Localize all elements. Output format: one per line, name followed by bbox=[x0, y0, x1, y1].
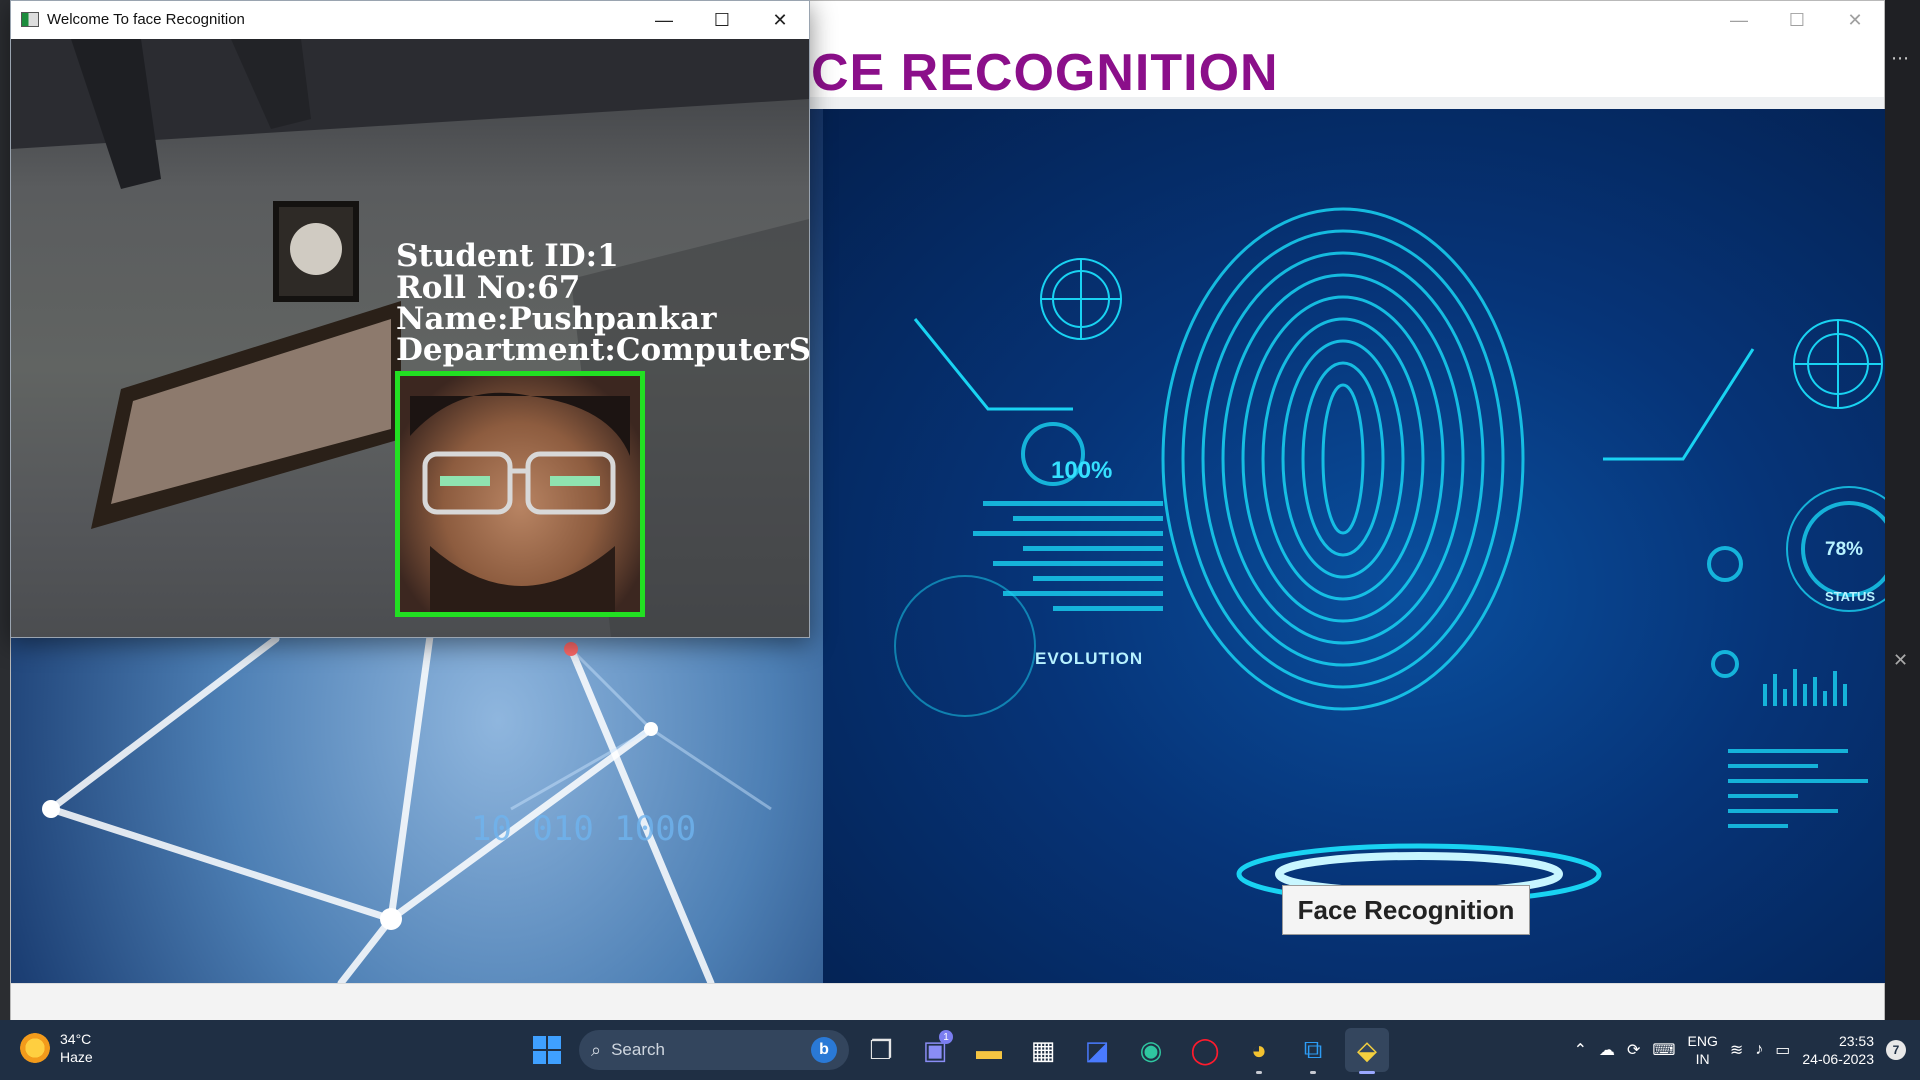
overlay-student-id: Student ID:1 bbox=[396, 238, 619, 274]
chevron-up-icon[interactable]: ⌃ bbox=[1574, 1040, 1587, 1060]
clock-date: 24-06-2023 bbox=[1802, 1051, 1874, 1067]
minimize-button[interactable]: — bbox=[635, 1, 693, 39]
battery-icon[interactable]: ▭ bbox=[1775, 1040, 1790, 1060]
bing-icon[interactable]: b bbox=[811, 1037, 837, 1063]
app-icon bbox=[21, 12, 39, 27]
editor-app-button[interactable]: ◪ bbox=[1075, 1028, 1119, 1072]
opera-browser-button[interactable]: ◯ bbox=[1183, 1028, 1227, 1072]
close-icon[interactable]: ✕ bbox=[1893, 650, 1908, 671]
taskbar-search-box[interactable]: ⌕ Search b bbox=[579, 1030, 849, 1070]
camera-feed: Student ID:1 Roll No:67 Name:Pushpankar … bbox=[11, 39, 809, 637]
active-indicator bbox=[1310, 1071, 1316, 1074]
active-indicator bbox=[1256, 1071, 1262, 1074]
store-icon: ▦ bbox=[1030, 1034, 1056, 1065]
face-detection-box bbox=[395, 371, 645, 617]
clock[interactable]: 23:53 24-06-2023 bbox=[1802, 1032, 1874, 1068]
close-button[interactable]: ✕ bbox=[1826, 1, 1884, 39]
python-app-button[interactable]: ⬙ bbox=[1345, 1028, 1389, 1074]
taskbar: 34°C Haze ⌕ Search b ❐ ▣ 1 ▬ ▦ ◪ ◉ ◯ ◕ ⧉… bbox=[0, 1020, 1920, 1080]
task-view-button[interactable]: ❐ bbox=[859, 1028, 903, 1072]
page-title: CE RECOGNITION bbox=[811, 44, 1279, 97]
fingerprint-background-image: 100% EVOLUTION 78% STATUS bbox=[823, 109, 1886, 983]
background-window-edge: ⋯ ✕ bbox=[1885, 0, 1920, 1020]
system-tray: ⌃ ☁ ⟳ ⌨ ENG IN ≋ ♪ ▭ 23:53 24-06-2023 7 bbox=[1574, 1028, 1906, 1072]
overlay-department: Department:ComputerSc bbox=[396, 332, 809, 368]
hud-label-percent-a: 100% bbox=[1051, 457, 1113, 484]
hud-label-evolution: EVOLUTION bbox=[1035, 649, 1144, 668]
weather-text: 34°C Haze bbox=[60, 1030, 93, 1066]
maximize-button[interactable]: ☐ bbox=[1768, 1, 1826, 39]
bottom-strip bbox=[11, 983, 1884, 1020]
lang-bottom: IN bbox=[1695, 1051, 1710, 1067]
editor-icon: ◪ bbox=[1084, 1034, 1110, 1065]
binary-decoration-text: 10 010 1000 bbox=[471, 809, 697, 849]
more-options-icon[interactable]: ⋯ bbox=[1891, 48, 1909, 69]
keyboard-icon[interactable]: ⌨ bbox=[1652, 1040, 1675, 1060]
opera-icon: ◯ bbox=[1190, 1034, 1220, 1065]
task-view-icon: ❐ bbox=[869, 1034, 893, 1065]
face-recognition-button[interactable]: Face Recognition bbox=[1282, 885, 1530, 935]
volume-icon[interactable]: ♪ bbox=[1755, 1041, 1763, 1059]
minimize-button[interactable]: — bbox=[1710, 1, 1768, 39]
start-button[interactable] bbox=[525, 1028, 569, 1072]
chat-badge: 1 bbox=[939, 1030, 953, 1044]
hud-label-percent-b: 78% bbox=[1825, 539, 1864, 560]
chat-app-button[interactable]: ▣ 1 bbox=[913, 1028, 957, 1072]
weather-widget[interactable]: 34°C Haze bbox=[20, 1030, 93, 1066]
active-indicator bbox=[1359, 1071, 1375, 1074]
folder-icon: ▬ bbox=[976, 1034, 1002, 1065]
store-button[interactable]: ▦ bbox=[1021, 1028, 1065, 1072]
overlay-name: Name:Pushpankar bbox=[396, 301, 717, 337]
chrome-icon: ◕ bbox=[1251, 1034, 1267, 1065]
camera-window-title: Welcome To face Recognition bbox=[47, 11, 245, 28]
wifi-icon[interactable]: ≋ bbox=[1730, 1040, 1743, 1060]
cloud-icon[interactable]: ☁ bbox=[1599, 1040, 1615, 1060]
weather-icon bbox=[20, 1033, 50, 1063]
camera-window: Welcome To face Recognition — ☐ ✕ Studen… bbox=[10, 0, 810, 638]
edge-browser-button[interactable]: ◉ bbox=[1129, 1028, 1173, 1072]
python-icon: ⬙ bbox=[1357, 1034, 1377, 1065]
vscode-button[interactable]: ⧉ bbox=[1291, 1028, 1335, 1074]
search-placeholder: Search bbox=[611, 1040, 665, 1059]
sync-icon[interactable]: ⟳ bbox=[1627, 1040, 1640, 1060]
camera-titlebar[interactable]: Welcome To face Recognition — ☐ ✕ bbox=[11, 1, 809, 39]
edge-icon: ◉ bbox=[1139, 1034, 1163, 1065]
clock-time: 23:53 bbox=[1838, 1033, 1874, 1049]
weather-temp: 34°C bbox=[60, 1031, 92, 1047]
lang-top: ENG bbox=[1687, 1033, 1718, 1049]
camera-window-controls: — ☐ ✕ bbox=[635, 1, 809, 39]
overlay-roll-no: Roll No:67 bbox=[396, 270, 581, 306]
main-window-controls: — ☐ ✕ bbox=[1710, 1, 1884, 39]
taskbar-apps: ⌕ Search b ❐ ▣ 1 ▬ ▦ ◪ ◉ ◯ ◕ ⧉ ⬙ bbox=[525, 1028, 1389, 1074]
weather-condition: Haze bbox=[60, 1049, 93, 1065]
notification-badge[interactable]: 7 bbox=[1886, 1040, 1906, 1060]
hud-label-status: STATUS bbox=[1825, 589, 1876, 604]
chrome-browser-button[interactable]: ◕ bbox=[1237, 1028, 1281, 1074]
language-indicator[interactable]: ENG IN bbox=[1688, 1032, 1718, 1068]
windows-logo-icon bbox=[533, 1036, 561, 1064]
search-icon: ⌕ bbox=[591, 1039, 602, 1060]
maximize-button[interactable]: ☐ bbox=[693, 1, 751, 39]
vscode-icon: ⧉ bbox=[1303, 1034, 1323, 1064]
file-explorer-button[interactable]: ▬ bbox=[967, 1028, 1011, 1072]
close-button[interactable]: ✕ bbox=[751, 1, 809, 39]
